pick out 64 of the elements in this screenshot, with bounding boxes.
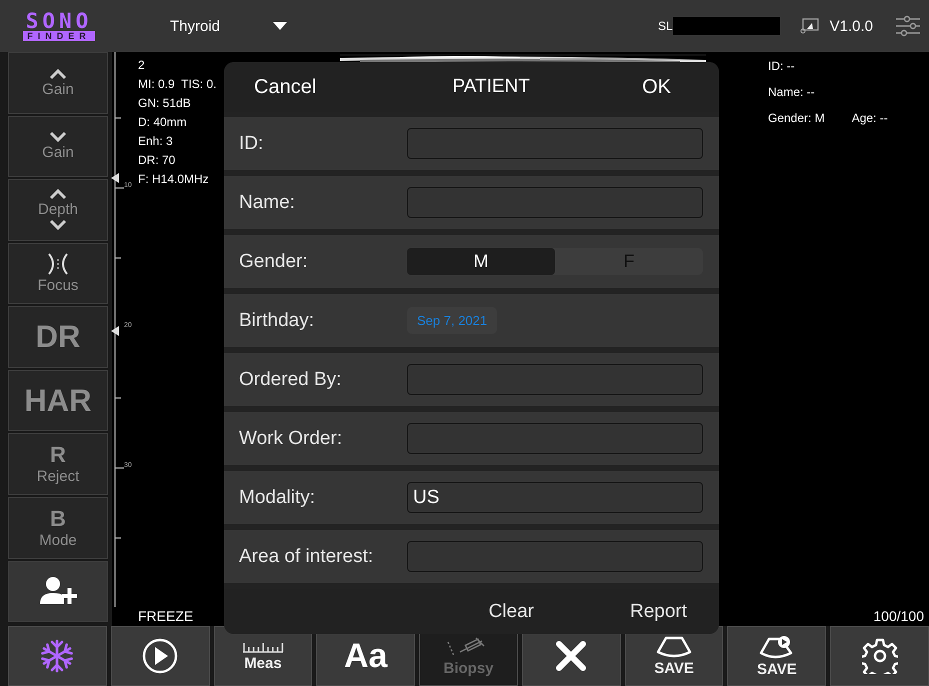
chevron-up-icon bbox=[49, 68, 67, 80]
probe-icon bbox=[656, 636, 692, 658]
add-user-icon bbox=[38, 576, 78, 606]
cancel-button[interactable]: Cancel bbox=[254, 76, 316, 98]
footer-button[interactable]: Clear bbox=[488, 600, 534, 622]
control-button[interactable]: DR bbox=[8, 306, 108, 368]
control-button[interactable]: Focus bbox=[8, 242, 108, 304]
play-icon bbox=[142, 638, 178, 674]
probe-play-icon bbox=[758, 634, 795, 658]
settings-icon bbox=[862, 638, 898, 674]
input-field[interactable] bbox=[407, 423, 703, 454]
control-button[interactable]: Gain bbox=[8, 116, 108, 178]
control-button[interactable]: Depth bbox=[8, 179, 108, 241]
ruler-icon bbox=[242, 640, 284, 652]
parameter-text: Enh: 3 bbox=[138, 133, 174, 149]
close-icon bbox=[554, 639, 588, 673]
control-button[interactable]: HAR bbox=[8, 370, 108, 432]
parameter-text: DR: 70 bbox=[138, 152, 176, 168]
segment-option[interactable]: M bbox=[407, 248, 555, 275]
parameter-text: 2 bbox=[138, 57, 146, 73]
field-label: ID: bbox=[239, 132, 264, 154]
patient-info-text: Name: -- bbox=[768, 84, 815, 100]
freeze-status: FREEZE bbox=[138, 608, 194, 624]
footer-button[interactable]: Report bbox=[630, 600, 687, 622]
preset-dropdown[interactable]: Thyroid bbox=[170, 18, 288, 34]
settings-sliders-icon[interactable] bbox=[895, 15, 921, 37]
field-label: Area of interest: bbox=[239, 546, 374, 568]
parameter-text: D: 40mm bbox=[138, 114, 188, 130]
serial-text: SL bbox=[658, 19, 673, 33]
input-field[interactable] bbox=[407, 128, 703, 159]
patient-info-text: ID: -- bbox=[768, 58, 795, 74]
input-field[interactable] bbox=[407, 541, 703, 572]
snowflake-icon bbox=[40, 639, 74, 673]
control-button[interactable]: R Reject bbox=[8, 433, 108, 495]
input-field[interactable] bbox=[407, 364, 703, 395]
caret-icon bbox=[272, 21, 288, 31]
input-field[interactable] bbox=[407, 187, 703, 218]
patient-info-text: Gender: M bbox=[768, 110, 825, 126]
frame-counter: 100/100 bbox=[873, 608, 924, 624]
toolbar-button[interactable]: SAVE bbox=[727, 626, 826, 686]
add-patient-button[interactable] bbox=[8, 560, 108, 622]
control-button[interactable]: B Mode bbox=[8, 496, 108, 558]
input-field[interactable]: US bbox=[407, 482, 703, 513]
parameter-text: GN: 51dB bbox=[138, 95, 192, 111]
parameter-text: MI: 0.9 TIS: 0. bbox=[138, 76, 216, 92]
field-label: Modality: bbox=[239, 486, 316, 508]
patient-info-text: Age: -- bbox=[852, 110, 888, 126]
field-label: Birthday: bbox=[239, 310, 315, 332]
field-label: Gender: bbox=[239, 250, 309, 272]
ok-button[interactable]: OK bbox=[642, 76, 671, 98]
dialog-title: PATIENT bbox=[452, 76, 530, 98]
toolbar-button[interactable] bbox=[830, 626, 929, 686]
field-label: Ordered By: bbox=[239, 368, 342, 390]
field-label: Work Order: bbox=[239, 428, 344, 450]
chevron-down-icon bbox=[49, 131, 67, 144]
control-button[interactable]: Gain bbox=[8, 52, 108, 114]
field-label: Name: bbox=[239, 192, 296, 214]
parameter-text: F: H14.0MHz bbox=[138, 171, 210, 187]
logo: SONO FINDER bbox=[6, 12, 112, 40]
chevron-down-icon bbox=[49, 219, 67, 232]
version-text: V1.0.0 bbox=[830, 18, 873, 34]
chevron-up-icon bbox=[49, 188, 67, 200]
monitor-icon[interactable] bbox=[800, 17, 820, 35]
toolbar-button[interactable] bbox=[110, 626, 210, 686]
